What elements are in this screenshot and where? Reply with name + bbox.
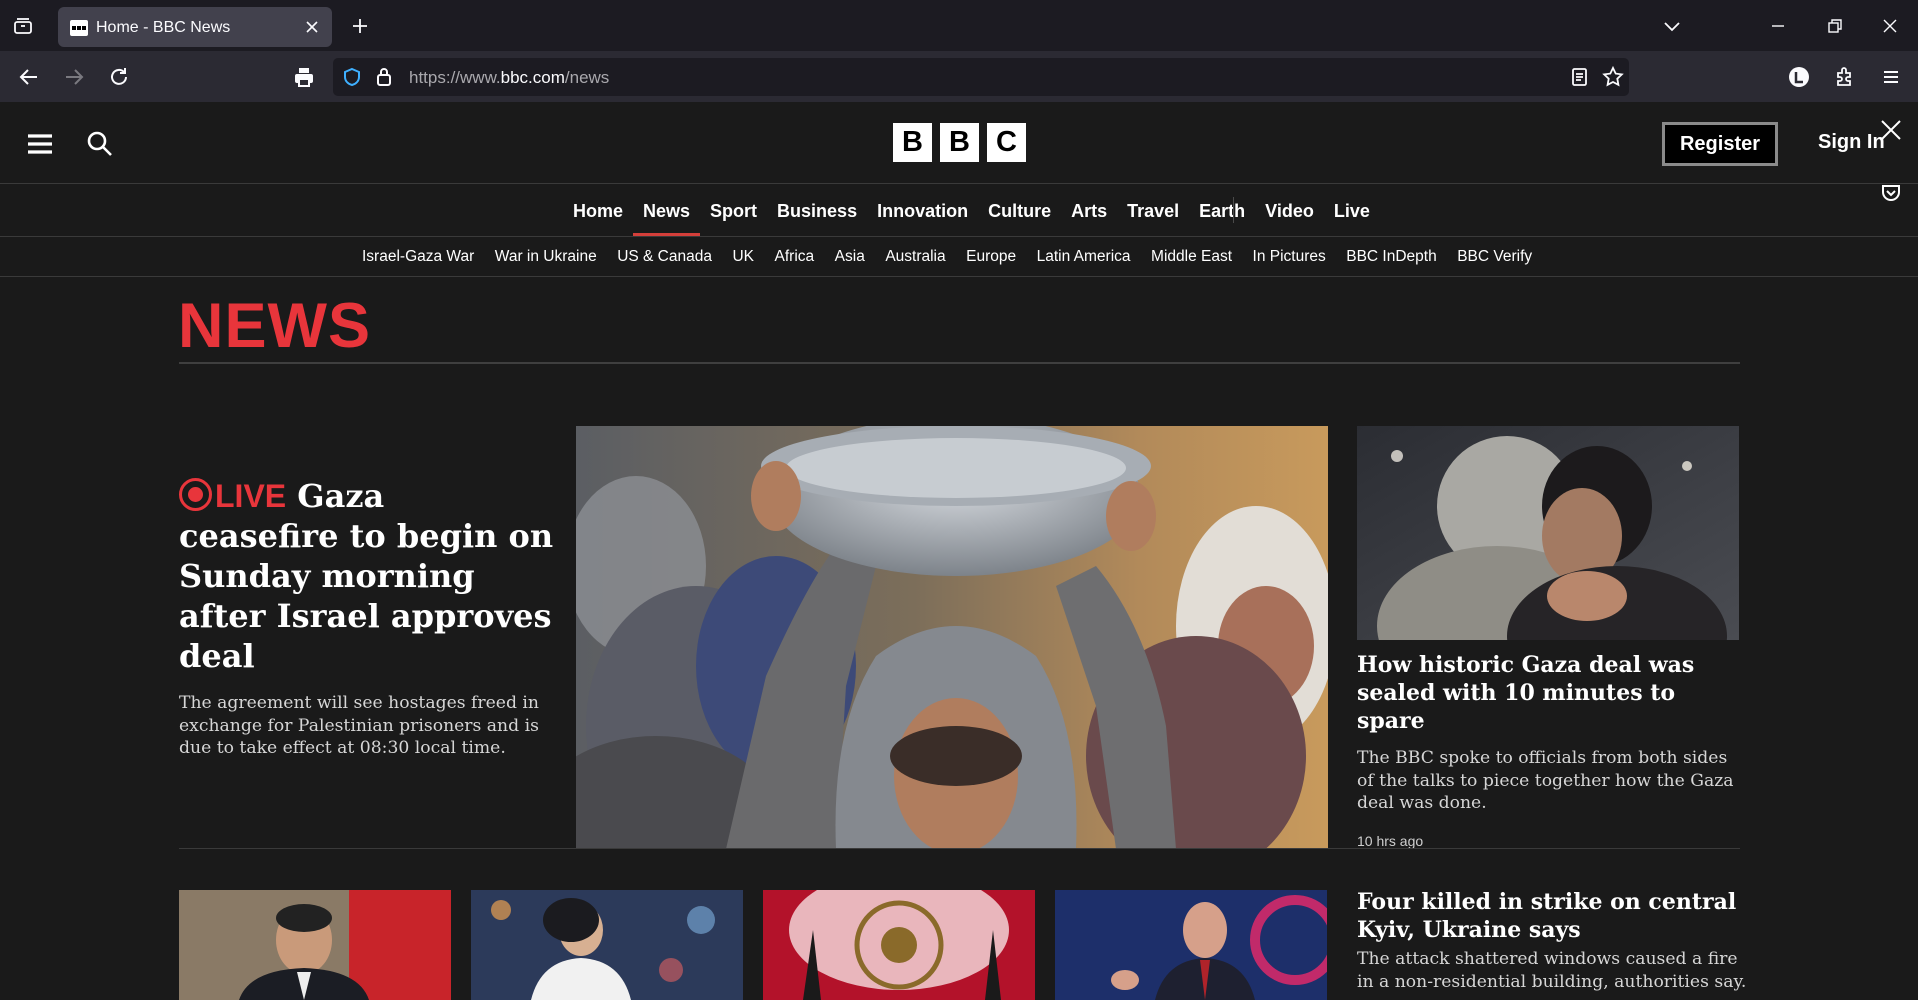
side-story-image[interactable] [1357,426,1739,640]
side-story-headline[interactable]: How historic Gaza deal was sealed with 1… [1357,651,1747,735]
new-tab-icon[interactable] [348,14,372,38]
nav-item-home[interactable]: Home [563,184,633,236]
bbc-masthead: B B C Register Sign In [0,102,1918,184]
bbc-favicon-icon [70,20,88,36]
tab-list-icon[interactable] [11,14,35,38]
lead-story-headline[interactable]: LIVE Gaza ceasefire to begin on Sunday m… [179,476,554,676]
row-divider [179,848,1740,849]
browser-toolbar: https://www.bbc.com/news [0,51,1918,102]
nav-item-news[interactable]: News [633,184,701,236]
search-icon[interactable] [85,129,115,159]
hamburger-menu-icon[interactable] [25,129,55,159]
browser-tab-active[interactable]: Home - BBC News [58,7,332,47]
story-thumbnail-4[interactable] [1055,890,1327,1000]
print-icon[interactable] [291,64,317,90]
story-thumbnail-2[interactable] [471,890,743,1000]
bbc-logo[interactable]: B B C [893,123,1026,162]
logo-letter: B [893,123,932,162]
lead-story-image[interactable] [576,426,1328,849]
side-story-timestamp: 10 hrs ago [1357,832,1424,849]
subnav-item-us-canada[interactable]: US & Canada [617,248,712,266]
nav-divider [1233,197,1234,223]
nav-item-video[interactable]: Video [1255,184,1324,236]
nav-item-live[interactable]: Live [1324,184,1380,236]
story-4-headline[interactable]: Four killed in strike on central Kyiv, U… [1357,888,1747,944]
side-story[interactable]: How historic Gaza deal was sealed with 1… [1357,651,1747,849]
nav-item-sport[interactable]: Sport [700,184,767,236]
subnav-item-middle-east[interactable]: Middle East [1151,248,1232,266]
account-icon[interactable] [1786,64,1812,90]
logo-letter: B [940,123,979,162]
register-button[interactable]: Register [1662,122,1778,166]
side-story-summary: The BBC spoke to officials from both sid… [1357,748,1734,813]
subnav-item-bbc-indepth[interactable]: BBC InDepth [1346,248,1436,266]
live-indicator-icon [179,478,212,511]
close-window-icon[interactable] [1878,14,1902,38]
lead-story[interactable]: LIVE Gaza ceasefire to begin on Sunday m… [179,476,554,760]
nav-item-culture[interactable]: Culture [978,184,1061,236]
nav-item-arts[interactable]: Arts [1061,184,1117,236]
url-bar[interactable]: https://www.bbc.com/news [333,58,1629,96]
story-4-summary: The attack shattered windows caused a fi… [1357,949,1747,992]
sign-in-link[interactable]: Sign In [1818,131,1885,154]
forward-arrow-icon[interactable] [61,64,87,90]
live-label: LIVE [215,478,287,514]
story-4[interactable]: Four killed in strike on central Kyiv, U… [1357,888,1747,993]
story-thumbnail-3[interactable] [763,890,1035,1000]
reader-view-icon[interactable] [1568,66,1590,88]
minimize-icon[interactable] [1766,14,1790,38]
nav-item-business[interactable]: Business [767,184,867,236]
lead-story-summary: The agreement will see hostages freed in… [179,693,539,758]
secondary-nav: Israel-Gaza War War in Ukraine US & Cana… [0,237,1918,277]
section-divider [179,362,1740,364]
subnav-item-in-pictures[interactable]: In Pictures [1253,248,1326,266]
subnav-item-asia[interactable]: Asia [835,248,865,266]
subnav-item-war-in-ukraine[interactable]: War in Ukraine [495,248,597,266]
app-menu-icon[interactable] [1878,64,1904,90]
story-thumbnail-1[interactable] [179,890,451,1000]
lock-icon[interactable] [373,65,395,87]
bookmark-star-icon[interactable] [1601,65,1625,89]
subnav-item-bbc-verify[interactable]: BBC Verify [1457,248,1532,266]
url-text: https://www.bbc.com/news [409,68,610,87]
close-tab-icon[interactable] [302,17,322,37]
nav-item-innovation[interactable]: Innovation [867,184,978,236]
chevron-down-icon[interactable] [1660,14,1684,38]
extensions-icon[interactable] [1832,64,1858,90]
primary-nav: Home News Sport Business Innovation Cult… [0,184,1918,237]
subnav-item-uk[interactable]: UK [732,248,754,266]
subnav-item-israel-gaza-war[interactable]: Israel-Gaza War [362,248,474,266]
subnav-item-africa[interactable]: Africa [775,248,815,266]
subnav-item-europe[interactable]: Europe [966,248,1016,266]
subnav-item-australia[interactable]: Australia [885,248,945,266]
reload-icon[interactable] [106,64,132,90]
tracking-protection-shield-icon[interactable] [341,66,363,88]
browser-tab-bar: Home - BBC News [0,0,1918,51]
back-arrow-icon[interactable] [16,64,42,90]
nav-item-travel[interactable]: Travel [1117,184,1189,236]
subnav-item-latin-america[interactable]: Latin America [1037,248,1131,266]
close-icon[interactable] [1880,119,1902,141]
tab-title: Home - BBC News [96,19,231,36]
section-title: NEWS [178,291,371,361]
nav-item-earth[interactable]: Earth [1189,184,1255,236]
restore-icon[interactable] [1822,14,1846,38]
logo-letter: C [987,123,1026,162]
